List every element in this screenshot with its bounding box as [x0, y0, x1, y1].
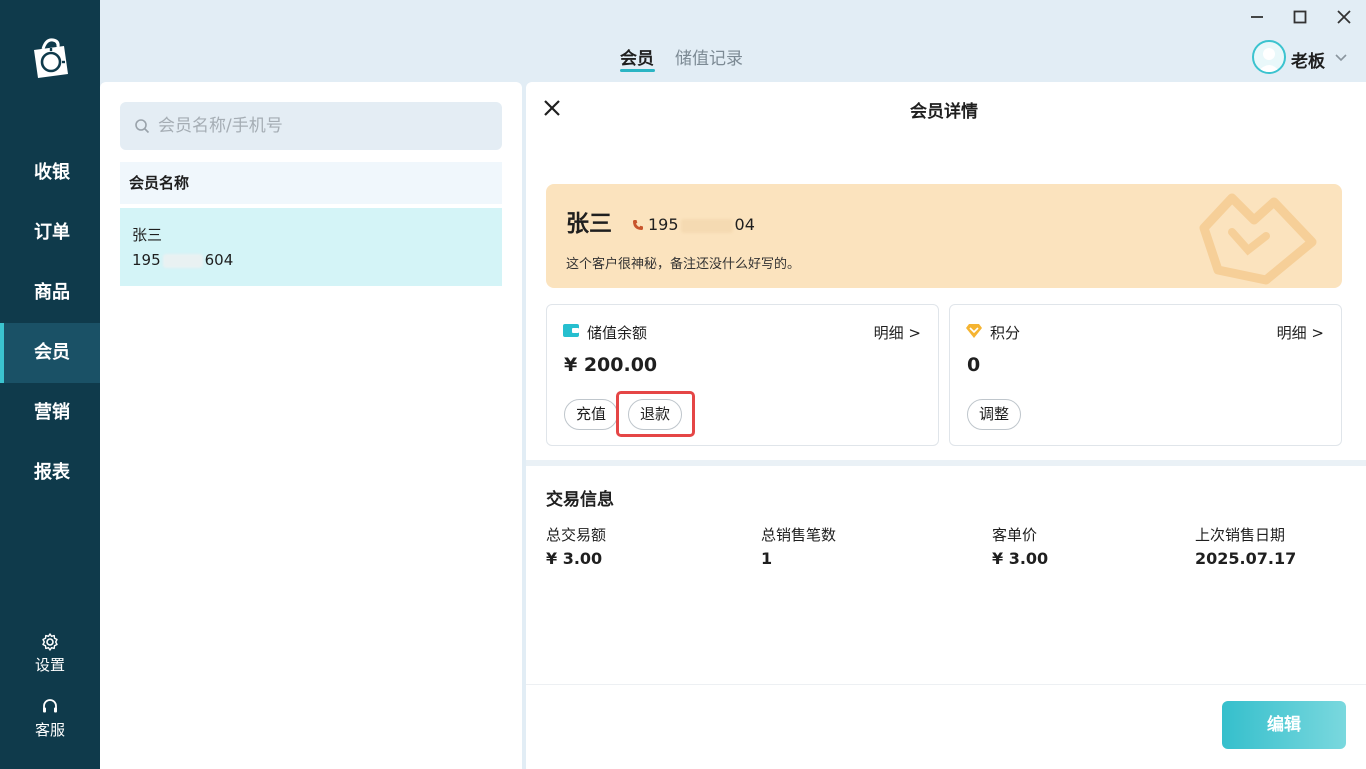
- sidebar: 收银 订单 商品 会员 营销 报表 设置 客服: [0, 0, 100, 769]
- settings-button[interactable]: 设置: [0, 632, 100, 675]
- list-item[interactable]: 张三 195 604: [120, 208, 502, 286]
- member-list-panel: 会员名称 张三 195604: [100, 82, 522, 769]
- nav-item-products[interactable]: 商品: [0, 263, 100, 323]
- points-value: 0: [967, 354, 981, 376]
- decorative-card-icon: [1199, 193, 1317, 285]
- transactions-title: 交易信息: [546, 490, 614, 510]
- search-icon: [135, 119, 150, 134]
- edit-button[interactable]: 编辑: [1222, 701, 1346, 749]
- adjust-points-button[interactable]: 调整: [967, 399, 1022, 430]
- footer-divider: [526, 684, 1366, 685]
- balance-card: 储值余额 明细 > ¥ 200.00 充值 退款: [546, 304, 939, 446]
- points-card: 积分 明细 > 0 调整: [949, 304, 1342, 446]
- member-phone: 195 604: [132, 251, 234, 269]
- wallet-icon: [563, 324, 579, 337]
- balance-label: 储值余额: [587, 324, 648, 342]
- phone-icon: [633, 220, 643, 230]
- member-remark: 这个客户很神秘，备注还没什么好写的。: [566, 257, 801, 272]
- member-phone: 195 04: [632, 215, 755, 234]
- main-nav: 收银 订单 商品 会员 营销 报表: [0, 143, 100, 503]
- nav-item-members[interactable]: 会员: [0, 323, 100, 383]
- maximize-icon[interactable]: [1289, 6, 1311, 28]
- stat-last-sale-date: 上次销售日期 2025.07.17: [1195, 526, 1297, 568]
- user-icon: [1258, 48, 1280, 72]
- support-label: 客服: [34, 721, 65, 739]
- recharge-button[interactable]: 充值: [564, 399, 619, 430]
- stat-sales-count: 总销售笔数 1: [761, 526, 837, 568]
- minimize-icon[interactable]: [1246, 6, 1268, 28]
- settings-label: 设置: [34, 656, 65, 674]
- balance-value: ¥ 200.00: [564, 354, 658, 376]
- refund-highlight-box: [616, 391, 695, 437]
- diamond-icon: [966, 324, 982, 338]
- search-box: [120, 102, 502, 150]
- stat-avg-order: 客单价 ¥ 3.00: [992, 526, 1049, 568]
- headset-icon: [43, 699, 57, 713]
- stat-total-amount: 总交易额 ¥ 3.00: [546, 526, 607, 568]
- points-label: 积分: [990, 324, 1021, 342]
- app-logo: [34, 38, 68, 78]
- chevron-down-icon[interactable]: [1334, 50, 1348, 64]
- points-detail-link[interactable]: 明细 >: [1277, 322, 1324, 343]
- member-info-card: 张三 195 04 这个客户很神秘，备注还没什么好写的。: [546, 184, 1342, 288]
- tab-members[interactable]: 会员: [620, 44, 654, 69]
- search-input[interactable]: [158, 102, 488, 150]
- nav-item-reports[interactable]: 报表: [0, 443, 100, 503]
- user-name[interactable]: 老板: [1291, 47, 1325, 72]
- tab-recharge-records[interactable]: 储值记录: [675, 44, 743, 69]
- page-title: 会员详情: [910, 102, 978, 122]
- member-detail-panel: 会员详情 张三 195 04 这个客户很神秘，备注还没什么好写的。 储值余额 明细…: [526, 82, 1366, 769]
- member-name: 张三: [132, 226, 163, 244]
- avatar[interactable]: [1252, 40, 1286, 74]
- member-name: 张三: [566, 211, 612, 237]
- active-tab-indicator: [620, 69, 655, 72]
- window-close-icon[interactable]: [1333, 6, 1355, 28]
- nav-item-cashier[interactable]: 收银: [0, 143, 100, 203]
- balance-detail-link[interactable]: 明细 >: [874, 322, 921, 343]
- list-header: 会员名称: [120, 162, 502, 204]
- nav-item-orders[interactable]: 订单: [0, 203, 100, 263]
- nav-item-marketing[interactable]: 营销: [0, 383, 100, 443]
- section-divider: [526, 460, 1366, 466]
- support-button[interactable]: 客服: [0, 697, 100, 740]
- gear-icon: [42, 633, 58, 651]
